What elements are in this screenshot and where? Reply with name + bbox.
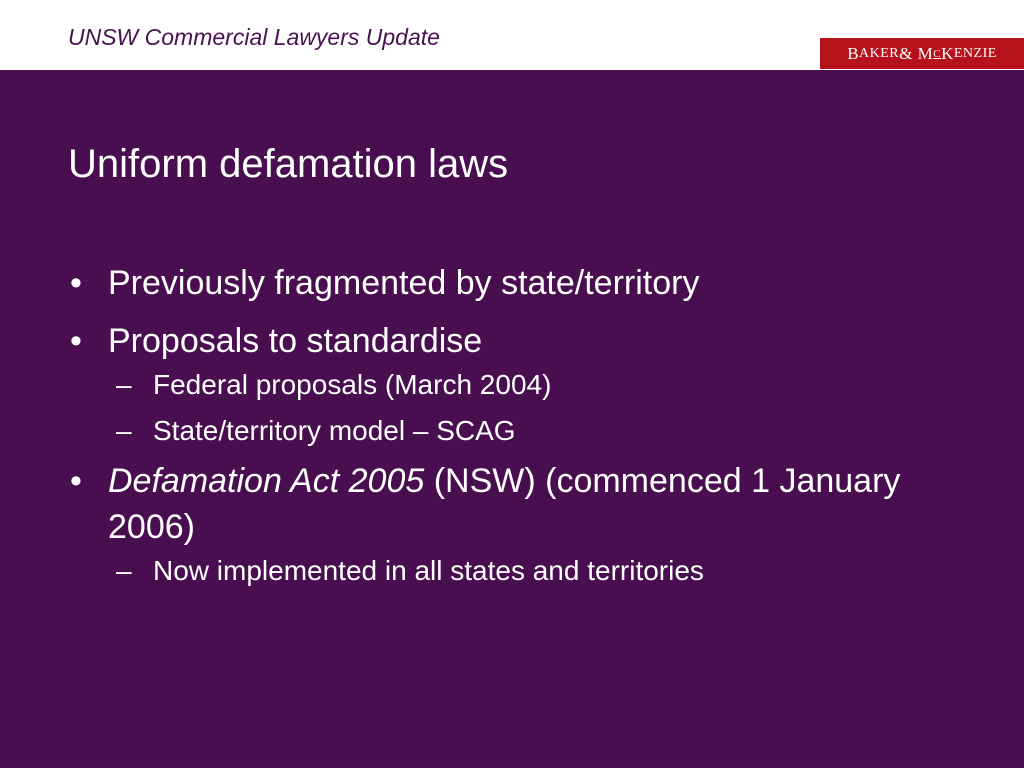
sub-bullet-item: – Now implemented in all states and terr… [68,554,948,588]
bullet-item: • Defamation Act 2005 (NSW) (commenced 1… [68,458,948,550]
dash-icon: – [116,415,132,446]
dash-icon: – [116,555,132,586]
bullet-icon: • [70,264,82,302]
sub-bullet-item: – State/territory model – SCAG [68,414,948,448]
bullet-icon: • [70,462,82,500]
bullet-item: • Proposals to standardise [68,318,948,364]
bullet-list: • Previously fragmented by state/territo… [68,260,948,602]
sub-bullet-text: Federal proposals (March 2004) [153,369,552,400]
slide-body: Uniform defamation laws • Previously fra… [0,70,1024,768]
bullet-icon: • [70,322,82,360]
bullet-text: Proposals to standardise [108,322,483,360]
sub-bullet-text: State/territory model – SCAG [153,415,516,446]
bullet-item: • Previously fragmented by state/territo… [68,260,948,306]
slide-title: Uniform defamation laws [68,142,509,186]
slide-header: UNSW Commercial Lawyers Update B AKER & M… [0,0,1024,70]
baker-mckenzie-logo: B AKER & M C K ENZIE [820,38,1024,69]
sub-bullet-item: – Federal proposals (March 2004) [68,368,948,402]
bullet-text: Previously fragmented by state/territory [108,264,700,302]
dash-icon: – [116,369,132,400]
sub-bullet-text: Now implemented in all states and territ… [153,555,704,586]
header-title: UNSW Commercial Lawyers Update [68,24,440,50]
act-name: Defamation Act 2005 [108,462,425,500]
